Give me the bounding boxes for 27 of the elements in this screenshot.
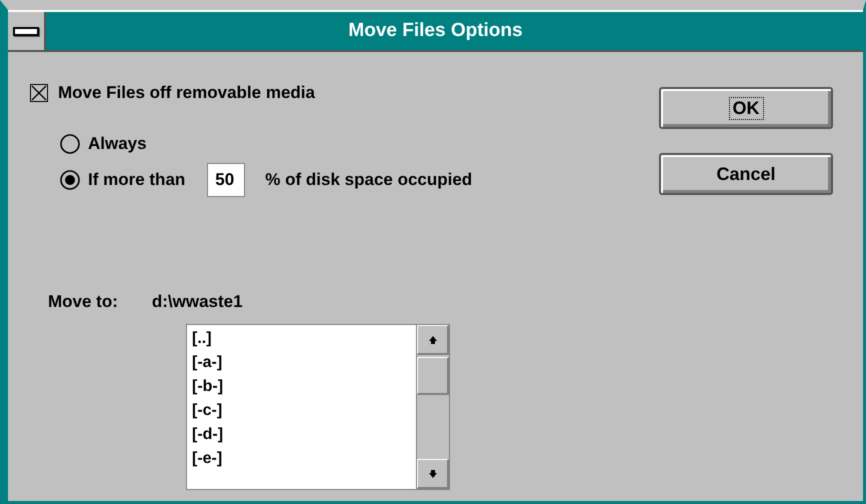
directory-item[interactable]: [-e-] <box>192 447 416 471</box>
directory-item[interactable]: [..] <box>192 327 416 351</box>
radio-button[interactable] <box>60 170 80 190</box>
ok-button[interactable]: OK <box>659 87 833 129</box>
radio-label: Always <box>88 134 147 154</box>
directory-item[interactable]: [-b-] <box>192 375 416 399</box>
scroll-bar[interactable] <box>416 325 449 489</box>
destination-path: d:\wwaste1 <box>152 292 243 312</box>
directory-item[interactable]: [-a-] <box>192 351 416 375</box>
radio-label: If more than <box>88 170 186 190</box>
cancel-button[interactable]: Cancel <box>659 153 833 195</box>
directory-item[interactable]: [-d-] <box>192 423 416 447</box>
checkbox-label: Move Files off removable media <box>58 83 315 103</box>
percent-label: % of disk space occupied <box>265 170 472 190</box>
directory-list[interactable]: [..] [-a-] [-b-] [-c-] [-d-] [-e-] <box>186 324 450 490</box>
scroll-thumb[interactable] <box>417 357 449 395</box>
directory-item[interactable]: [-c-] <box>192 399 416 423</box>
scroll-up-button[interactable] <box>417 325 449 355</box>
scroll-down-button[interactable] <box>417 459 449 489</box>
percent-input-field[interactable]: 50 <box>207 163 246 197</box>
checkbox[interactable] <box>30 84 48 102</box>
system-menu-button[interactable] <box>8 12 46 50</box>
down-arrow-icon <box>428 468 438 478</box>
up-arrow-icon <box>428 334 438 344</box>
move-to-label: Move to: <box>48 292 118 312</box>
window-title: Move Files Options <box>347 20 524 42</box>
radio-button[interactable] <box>60 134 80 154</box>
